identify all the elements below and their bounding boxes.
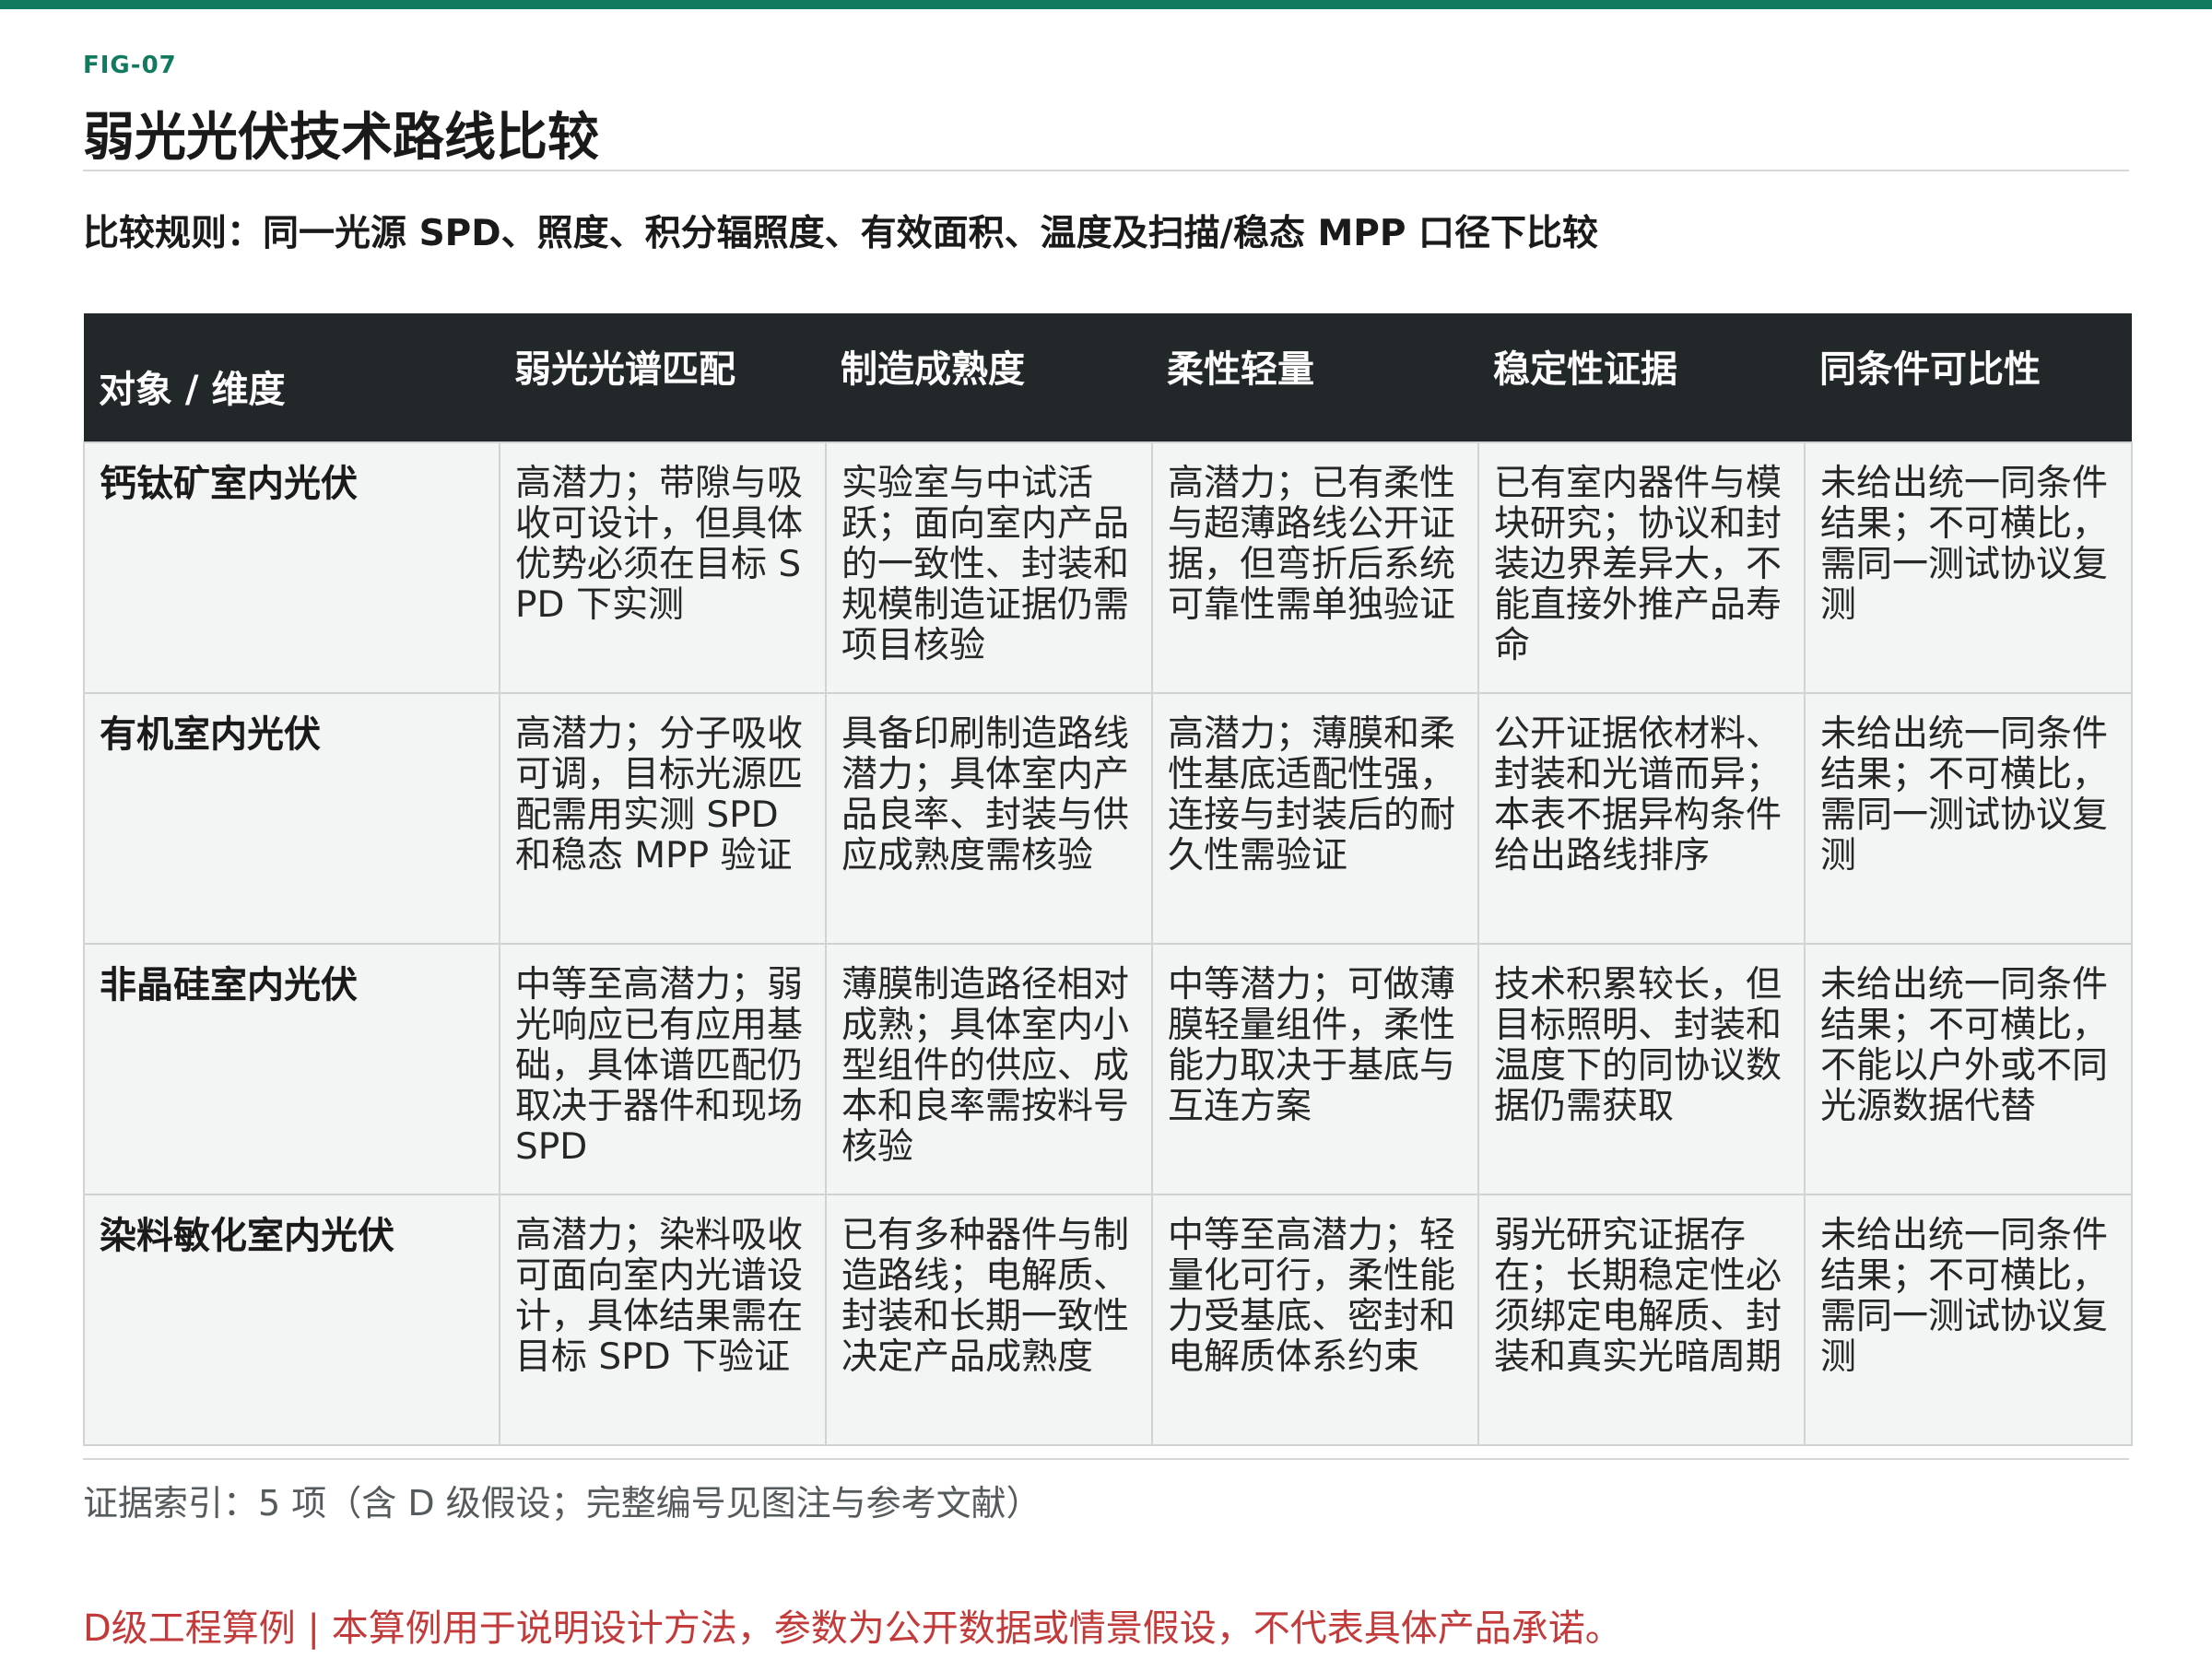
row-object-label: 有机室内光伏 <box>83 692 500 945</box>
header-comparability: 同条件可比性 <box>1805 313 2132 442</box>
table-cell: 高潜力；已有柔性与超薄路线公开证据，但弯折后系统可靠性需单独验证 <box>1151 441 1479 694</box>
evidence-index: 证据索引：5 项（含 D 级假设；完整编号见图注与参考文献） <box>83 1483 1041 1524</box>
table-cell: 高潜力；薄膜和柔性基底适配性强，连接与封装后的耐久性需验证 <box>1151 692 1479 945</box>
page-title: 弱光光伏技术路线比较 <box>83 108 599 168</box>
table-cell: 已有室内器件与模块研究；协议和封装边界差异大，不能直接外推产品寿命 <box>1477 441 1806 694</box>
table-header-row: 对象 / 维度 弱光光谱匹配 制造成熟度 柔性轻量 稳定性证据 同条件可比性 <box>84 313 2132 442</box>
table-cell: 未给出统一同条件结果；不可横比，需同一测试协议复测 <box>1804 441 2133 694</box>
disclaimer-note: D级工程算例 | 本算例用于说明设计方法，参数为公开数据或情景假设，不代表具体产… <box>83 1607 1622 1650</box>
table-cell: 未给出统一同条件结果；不可横比，需同一测试协议复测 <box>1804 692 2133 945</box>
table-cell: 实验室与中试活跃；面向室内产品的一致性、封装和规模制造证据仍需项目核验 <box>825 441 1153 694</box>
table-cell: 技术积累较长，但目标照明、封装和温度下的同协议数据仍需获取 <box>1477 943 1806 1195</box>
table-row: 非晶硅室内光伏 中等至高潜力；弱光响应已有应用基础，具体谱匹配仍取决于器件和现场… <box>83 943 2133 1195</box>
table-cell: 中等潜力；可做薄膜轻量组件，柔性能力取决于基底与互连方案 <box>1151 943 1479 1195</box>
table-cell: 高潜力；染料吸收可面向室内光谱设计，具体结果需在目标 SPD 下验证 <box>499 1194 827 1446</box>
header-stability-evidence: 稳定性证据 <box>1478 313 1805 442</box>
table-cell: 公开证据依材料、封装和光谱而异；本表不据异构条件给出路线排序 <box>1477 692 1806 945</box>
table-cell: 具备印刷制造路线潜力；具体室内产品良率、封装与供应成熟度需核验 <box>825 692 1153 945</box>
header-spectral-match: 弱光光谱匹配 <box>500 313 826 442</box>
comparison-rule: 比较规则：同一光源 SPD、照度、积分辐照度、有效面积、温度及扫描/稳态 MPP… <box>83 213 1598 254</box>
row-object-label: 钙钛矿室内光伏 <box>83 441 500 694</box>
table-row: 有机室内光伏 高潜力；分子吸收可调，目标光源匹配需用实测 SPD 和稳态 MPP… <box>83 692 2133 945</box>
table-cell: 薄膜制造路径相对成熟；具体室内小型组件的供应、成本和良率需按料号核验 <box>825 943 1153 1195</box>
row-object-label: 染料敏化室内光伏 <box>83 1194 500 1446</box>
figure-label: FIG-07 <box>83 52 177 79</box>
table-cell: 未给出统一同条件结果；不可横比，不能以户外或不同光源数据代替 <box>1804 943 2133 1195</box>
header-object-dimension: 对象 / 维度 <box>84 313 500 442</box>
table-cell: 高潜力；分子吸收可调，目标光源匹配需用实测 SPD 和稳态 MPP 验证 <box>499 692 827 945</box>
table-cell: 弱光研究证据存在；长期稳定性必须绑定电解质、封装和真实光暗周期 <box>1477 1194 1806 1446</box>
table-row: 钙钛矿室内光伏 高潜力；带隙与吸收可设计，但具体优势必须在目标 SPD 下实测 … <box>83 441 2133 694</box>
table-cell: 中等至高潜力；轻量化可行，柔性能力受基底、密封和电解质体系约束 <box>1151 1194 1479 1446</box>
header-manufacturing-maturity: 制造成熟度 <box>826 313 1152 442</box>
table-cell: 中等至高潜力；弱光响应已有应用基础，具体谱匹配仍取决于器件和现场 SPD <box>499 943 827 1195</box>
table-row: 染料敏化室内光伏 高潜力；染料吸收可面向室内光谱设计，具体结果需在目标 SPD … <box>83 1194 2133 1446</box>
comparison-table: 对象 / 维度 弱光光谱匹配 制造成熟度 柔性轻量 稳定性证据 同条件可比性 钙… <box>83 313 2133 1446</box>
title-divider <box>83 170 2129 171</box>
header-flexibility: 柔性轻量 <box>1152 313 1478 442</box>
table-cell: 未给出统一同条件结果；不可横比，需同一测试协议复测 <box>1804 1194 2133 1446</box>
table-cell: 高潜力；带隙与吸收可设计，但具体优势必须在目标 SPD 下实测 <box>499 441 827 694</box>
top-accent-bar <box>0 0 2212 9</box>
row-object-label: 非晶硅室内光伏 <box>83 943 500 1195</box>
footer-divider <box>83 1458 2129 1460</box>
table-cell: 已有多种器件与制造路线；电解质、封装和长期一致性决定产品成熟度 <box>825 1194 1153 1446</box>
